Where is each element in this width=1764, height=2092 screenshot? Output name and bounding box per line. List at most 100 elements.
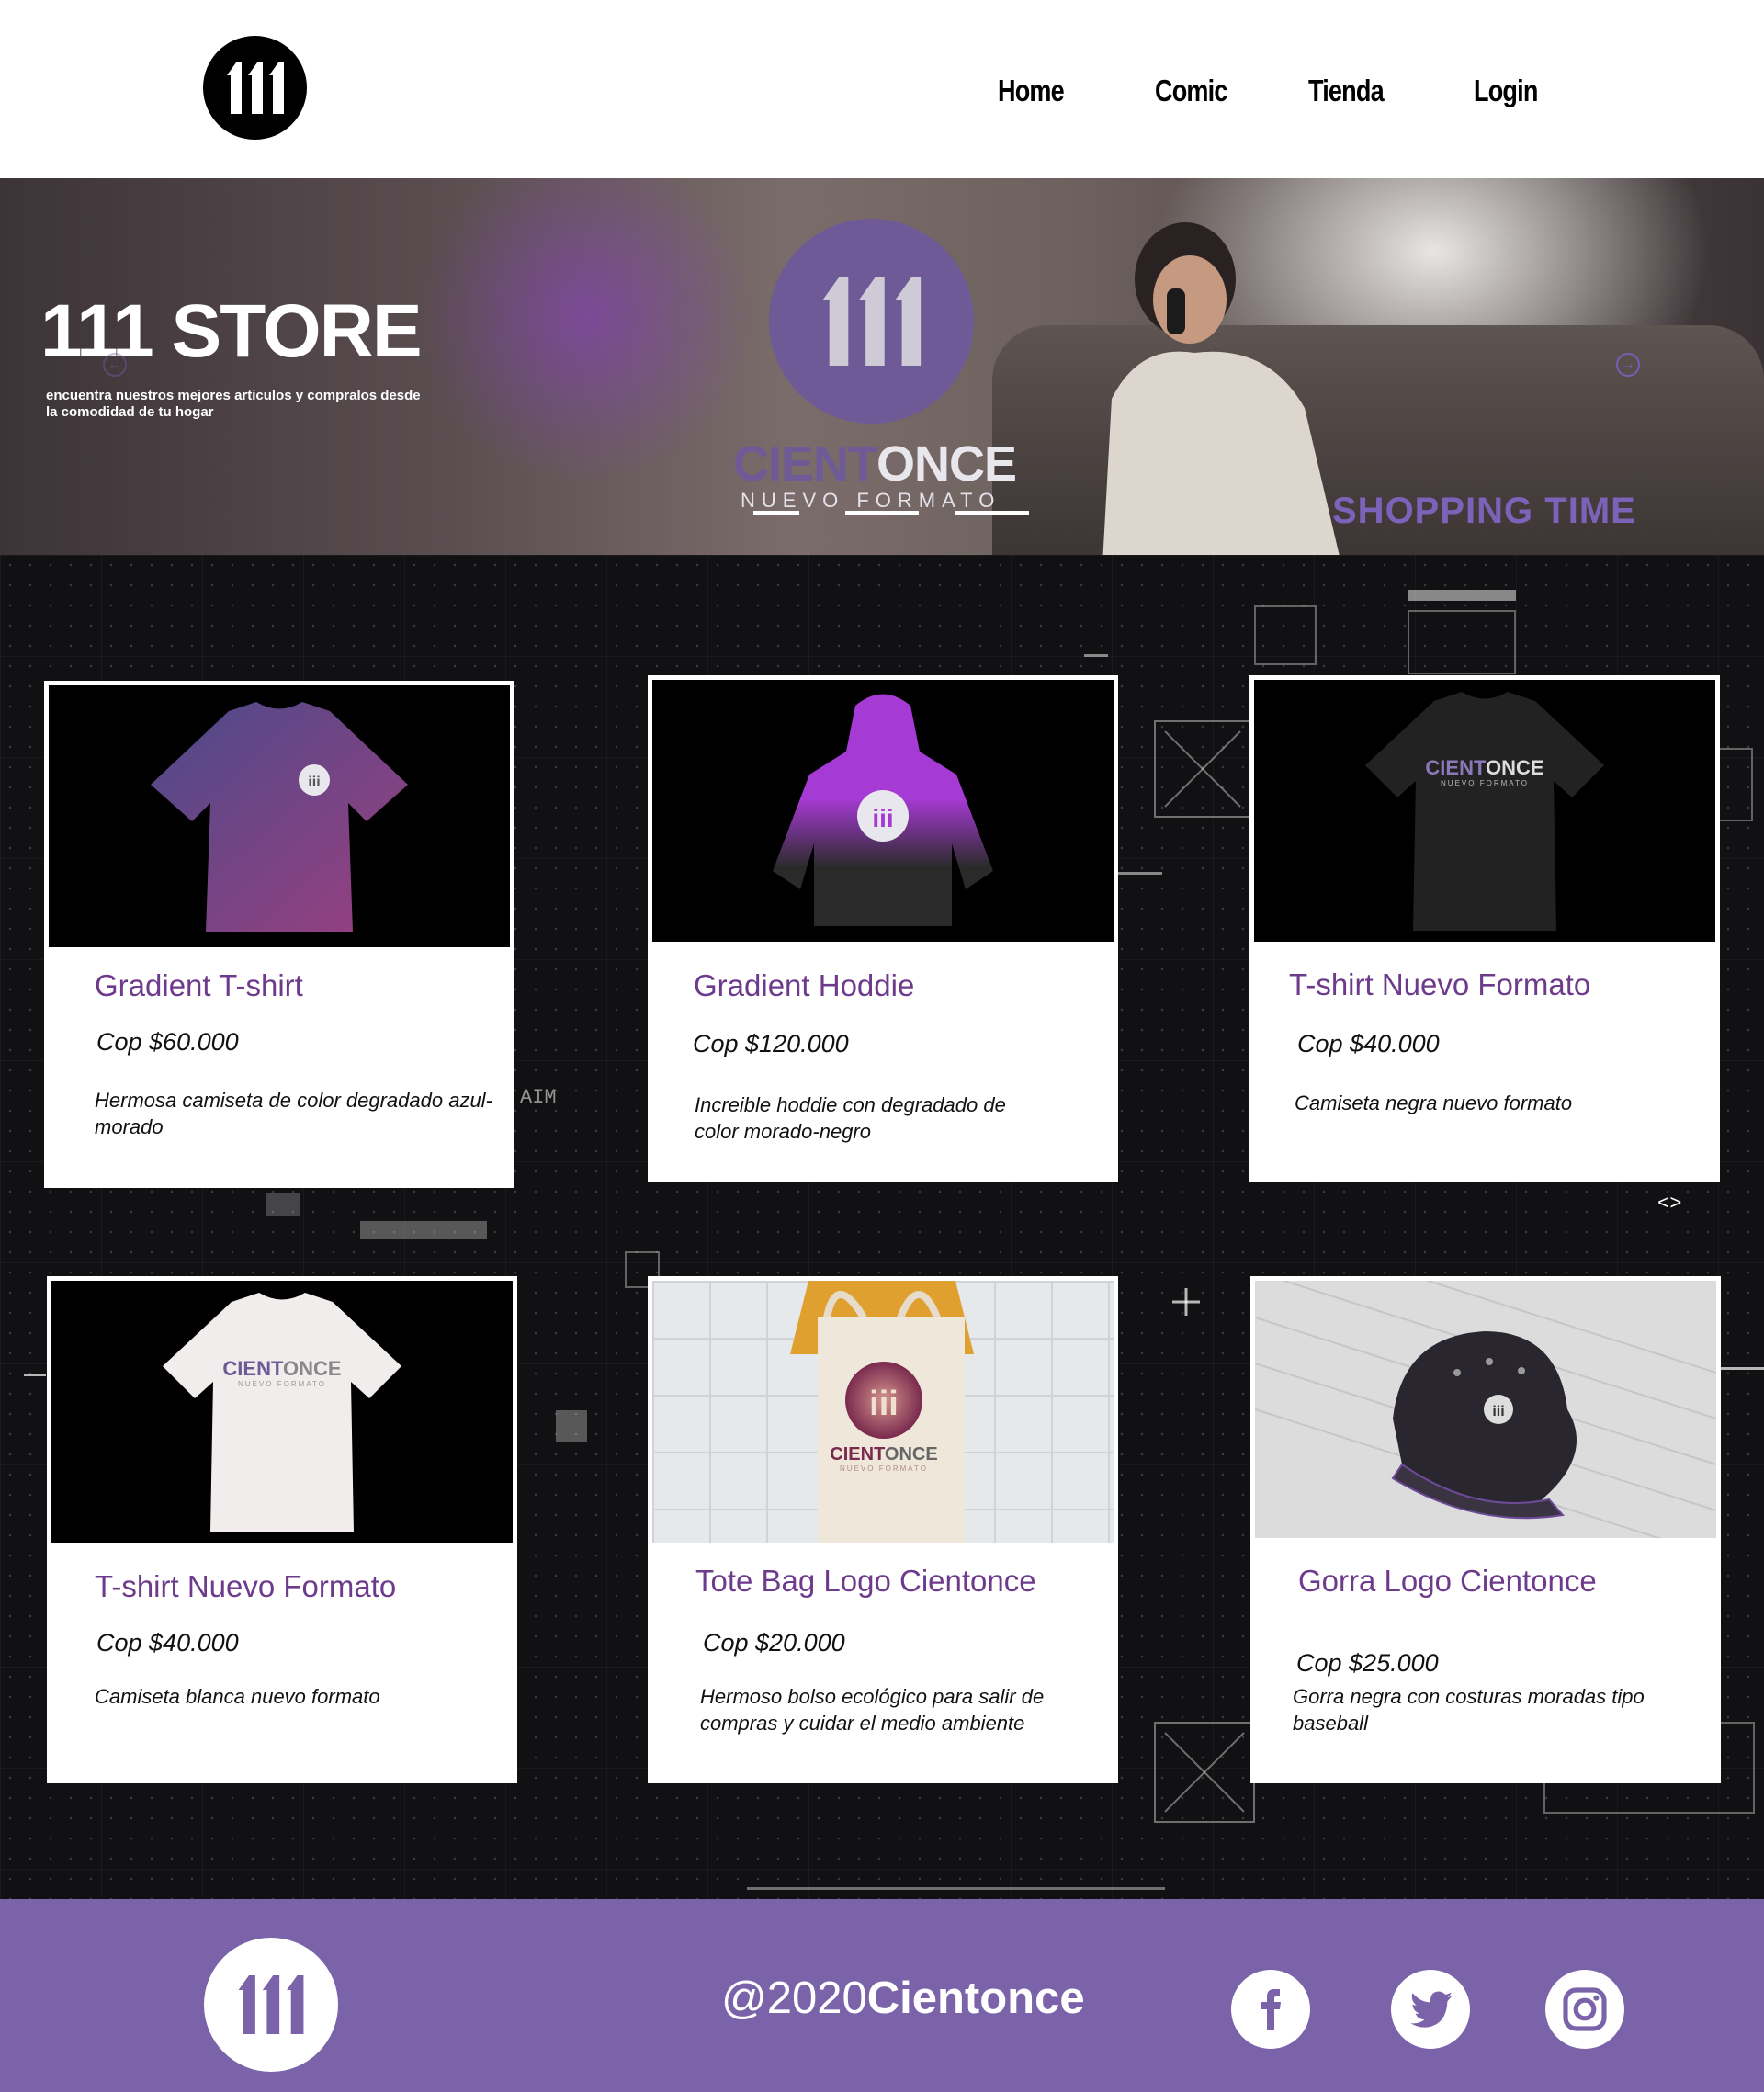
nav-login[interactable]: Login [1474, 74, 1538, 108]
product-title[interactable]: T-shirt Nuevo Formato [95, 1569, 396, 1604]
hero-tagline: NUEVO FORMATO [741, 489, 1001, 512]
product-print-tagline: NUEVO FORMATO [840, 1464, 928, 1473]
gradient-hoodie-image: iii [773, 694, 993, 926]
hud-x-box [1154, 720, 1251, 818]
product-card[interactable]: iii Gradient Hoddie Cop $120.000 Increib… [648, 675, 1118, 1182]
nav-comic[interactable]: Comic [1155, 74, 1227, 108]
hero-brand-part-a: CIENT [733, 436, 877, 492]
product-price: Cop $40.000 [1297, 1030, 1440, 1057]
plus-icon [1172, 1288, 1200, 1316]
product-title[interactable]: Gradient Hoddie [694, 968, 914, 1003]
product-description: Increible hoddie con degradado de color … [695, 1093, 1006, 1143]
product-title[interactable]: T-shirt Nuevo Formato [1289, 967, 1590, 1002]
logo-111-icon [226, 62, 284, 114]
hero-brand-part-b: ONCE [876, 436, 1017, 492]
facebook-link[interactable] [1231, 1970, 1310, 2049]
copyright-year: @2020 [721, 1973, 867, 2023]
product-image: CIENTONCE NUEVO FORMATO [51, 1281, 513, 1543]
product-image: iii [49, 685, 510, 947]
product-card[interactable]: CIENTONCE NUEVO FORMATO T-shirt Nuevo Fo… [1250, 675, 1720, 1182]
product-price: Cop $25.000 [1296, 1649, 1439, 1677]
footer-logo[interactable] [204, 1938, 338, 2072]
hud-block [360, 1221, 487, 1239]
product-print-part-b: ONCE [1486, 756, 1544, 779]
product-card[interactable]: iii Gorra Logo Cientonce Cop $25.000 Gor… [1250, 1276, 1721, 1783]
nav-home[interactable]: Home [998, 74, 1065, 108]
product-description: Gorra negra con costuras moradas tipo ba… [1293, 1685, 1645, 1735]
product-image: iii [1255, 1281, 1716, 1538]
hud-line [1718, 1367, 1764, 1370]
hud-block [556, 1410, 587, 1442]
svg-text:CIENTONCE: CIENTONCE [830, 1444, 937, 1464]
logo-111-icon [822, 277, 921, 366]
product-print-part-a: CIENT [830, 1444, 885, 1464]
instagram-link[interactable] [1545, 1970, 1624, 2049]
product-description: Hermoso bolso ecológico para salir de co… [700, 1685, 1045, 1735]
hero-subtitle: encuentra nuestros mejores articulos y c… [46, 388, 421, 420]
hero-prev-arrow-icon[interactable]: ← [103, 353, 127, 377]
product-print-part-a: CIENT [1425, 756, 1487, 779]
site-logo[interactable] [203, 36, 307, 140]
facebook-icon [1261, 1989, 1281, 2030]
cap-image: iii [1255, 1281, 1716, 1538]
svg-text:iii: iii [869, 1385, 899, 1423]
product-title[interactable]: Gorra Logo Cientonce [1298, 1564, 1597, 1599]
twitter-link[interactable] [1391, 1970, 1470, 2049]
hero-shopping-time: SHOPPING TIME [1332, 491, 1636, 531]
product-print-tagline: NUEVO FORMATO [1441, 779, 1529, 787]
products-section: AIM <> iii Gradient T-shirt Cop $60.000 … [0, 555, 1764, 1899]
product-price: Cop $40.000 [96, 1629, 239, 1657]
product-card[interactable]: CIENTONCE NUEVO FORMATO T-shirt Nuevo Fo… [47, 1276, 517, 1783]
hud-line [1116, 872, 1162, 875]
product-price: Cop $20.000 [703, 1629, 845, 1657]
product-card[interactable]: iii CIENTONCE NUEVO FORMATO Tote Bag Log… [648, 1276, 1118, 1783]
logo-111-icon [238, 1975, 304, 2034]
twitter-icon [1410, 1991, 1453, 2028]
hud-line [24, 1374, 46, 1376]
copyright-brand: Cientonce [866, 1973, 1085, 2023]
product-description: Hermosa camiseta de color degradado azul… [95, 1089, 492, 1138]
hud-line [747, 1887, 1165, 1890]
nav-tienda[interactable]: Tienda [1308, 74, 1385, 108]
svg-text:iii: iii [872, 804, 893, 832]
hud-frame [1408, 610, 1516, 674]
hero-slide-dot[interactable] [956, 511, 1029, 515]
site-footer: @2020Cientonce [0, 1899, 1764, 2092]
product-price: Cop $120.000 [693, 1030, 849, 1057]
product-description: Camiseta blanca nuevo formato [95, 1685, 380, 1708]
hud-frame [1254, 605, 1317, 665]
svg-text:iii: iii [308, 775, 320, 790]
hero-banner: 111 STORE encuentra nuestros mejores art… [0, 178, 1764, 555]
instagram-icon [1563, 1987, 1607, 2031]
hero-slide-dot[interactable] [845, 511, 919, 515]
hero-brand-wordmark: CIENTONCE [733, 435, 1017, 492]
hero-brand-badge [769, 219, 974, 424]
product-image: iii CIENTONCE NUEVO FORMATO [652, 1281, 1114, 1543]
product-print-part-b: ONCE [885, 1444, 938, 1464]
hud-x-box [1154, 1722, 1255, 1823]
svg-text:CIENTONCE: CIENTONCE [1425, 756, 1544, 779]
product-image: iii [652, 680, 1114, 942]
white-tshirt-image: CIENTONCE NUEVO FORMATO [163, 1292, 401, 1532]
product-description: Camiseta negra nuevo formato [1295, 1091, 1573, 1114]
footer-copyright: @2020Cientonce [721, 1973, 1085, 2024]
product-title[interactable]: Gradient T-shirt [95, 968, 303, 1003]
product-price: Cop $60.000 [96, 1028, 239, 1056]
product-print-part-a: CIENT [222, 1357, 284, 1380]
hud-line [1084, 654, 1108, 657]
hero-person-illustration [1102, 222, 1340, 555]
gradient-tshirt-image: iii [151, 701, 408, 932]
hud-code-icon: <> [1657, 1193, 1682, 1216]
product-print-tagline: NUEVO FORMATO [238, 1380, 326, 1388]
product-title[interactable]: Tote Bag Logo Cientonce [695, 1564, 1036, 1599]
hud-frame [1716, 748, 1753, 821]
black-tshirt-image: CIENTONCE NUEVO FORMATO [1365, 691, 1604, 931]
product-print-part-b: ONCE [283, 1357, 342, 1380]
product-card[interactable]: iii Gradient T-shirt Cop $60.000 Hermosa… [44, 681, 514, 1188]
site-header: Home Comic Tienda Login [0, 0, 1764, 178]
product-image: CIENTONCE NUEVO FORMATO [1254, 680, 1715, 942]
svg-text:CIENTONCE: CIENTONCE [222, 1357, 341, 1380]
hero-next-arrow-icon[interactable]: → [1616, 353, 1640, 377]
hud-bar [1408, 590, 1516, 601]
hero-slide-dot[interactable] [753, 511, 799, 515]
